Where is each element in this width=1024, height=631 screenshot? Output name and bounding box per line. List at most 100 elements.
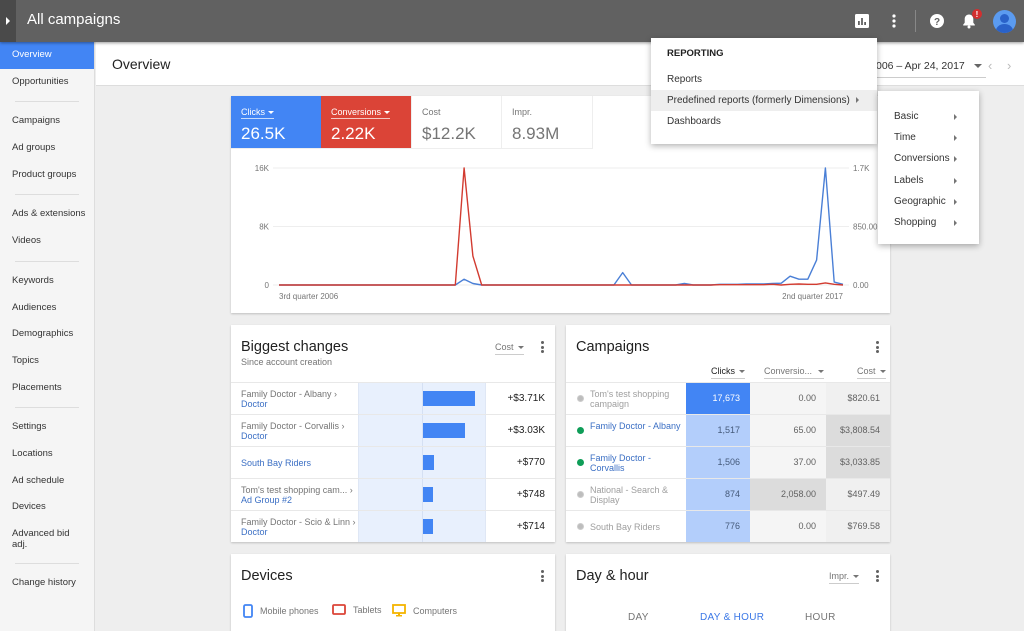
sidebar-item-devices[interactable]: Devices xyxy=(0,494,94,521)
top-bar: All campaigns ? ! xyxy=(0,0,1024,42)
metric-tile-impr[interactable]: Impr. 8.93M xyxy=(502,96,593,149)
account-avatar[interactable] xyxy=(993,10,1016,33)
sidebar-toggle-button[interactable] xyxy=(0,0,16,42)
change-entity-name[interactable]: Family Doctor - Corvallis › Doctor xyxy=(241,421,356,441)
column-label: Clicks xyxy=(711,366,735,376)
menu-item-predefined-reports[interactable]: Predefined reports (formerly Dimensions) xyxy=(651,90,877,111)
change-entity-name[interactable]: South Bay Riders xyxy=(241,458,356,468)
sidebar-item-overview[interactable]: Overview xyxy=(0,42,94,69)
card-title: Campaigns xyxy=(576,339,650,355)
more-vert-icon[interactable] xyxy=(537,569,547,583)
metric-tile-cost[interactable]: Cost $12.2K xyxy=(412,96,502,149)
sidebar-divider xyxy=(15,407,79,409)
more-vert-icon[interactable] xyxy=(537,340,547,354)
change-bar xyxy=(423,455,434,470)
campaign-name-link[interactable]: Tom's test shopping campaign xyxy=(590,389,685,409)
change-child-link[interactable]: Doctor xyxy=(241,527,356,537)
campaign-name-link[interactable]: Family Doctor - Corvallis xyxy=(590,453,685,473)
sidebar-item-ads-extensions[interactable]: Ads & extensions xyxy=(0,201,94,228)
campaign-conversions-cell: 37.00 xyxy=(750,447,826,478)
change-child-link[interactable]: Doctor xyxy=(241,399,356,409)
tab-hour[interactable]: HOUR xyxy=(805,612,836,623)
campaign-conversions-cell: 0.00 xyxy=(750,383,826,414)
submenu-item-basic[interactable]: Basic xyxy=(878,106,979,127)
reports-icon[interactable] xyxy=(852,11,872,31)
change-bar xyxy=(423,519,433,534)
column-header-conversions[interactable]: Conversio... xyxy=(764,366,825,379)
change-child-link[interactable]: Ad Group #2 xyxy=(241,495,356,505)
sidebar-item-change-history[interactable]: Change history xyxy=(0,570,94,597)
sidebar-item-advanced-bid-adj[interactable]: Advanced bid adj. xyxy=(0,521,80,557)
more-vert-icon[interactable] xyxy=(872,569,882,583)
menu-item-reports[interactable]: Reports xyxy=(651,69,877,90)
column-label: Cost xyxy=(857,366,876,376)
sidebar-item-ad-groups[interactable]: Ad groups xyxy=(0,135,94,162)
card-title: Devices xyxy=(241,568,293,584)
tab-day[interactable]: DAY xyxy=(628,612,649,623)
sidebar-item-ad-schedule[interactable]: Ad schedule xyxy=(0,468,94,495)
submenu-item-conversions[interactable]: Conversions xyxy=(878,148,979,169)
menu-item-dashboards[interactable]: Dashboards xyxy=(651,111,877,132)
submenu-item-labels[interactable]: Labels xyxy=(878,170,979,191)
date-range-label[interactable]: 006 – Apr 24, 2017 xyxy=(876,60,965,72)
column-header-clicks[interactable]: Clicks xyxy=(711,366,745,379)
biggest-changes-card: Biggest changes Since account creation C… xyxy=(231,325,555,542)
menu-item-label: Reports xyxy=(667,74,703,85)
status-dot-icon xyxy=(577,491,584,498)
metric-tile-conversions[interactable]: Conversions 2.22K xyxy=(321,96,412,149)
previous-period-icon[interactable]: ‹ xyxy=(988,58,992,73)
campaign-clicks-cell: 1,506 xyxy=(686,447,750,478)
change-entity-name[interactable]: Family Doctor - Albany › Doctor xyxy=(241,389,356,409)
help-icon[interactable]: ? xyxy=(927,11,947,31)
metric-dropdown[interactable]: Cost xyxy=(495,342,524,355)
campaign-name-link[interactable]: Family Doctor - Albany xyxy=(590,421,685,431)
sidebar-item-locations[interactable]: Locations xyxy=(0,441,94,468)
change-bar xyxy=(423,391,475,406)
metric-dropdown-label: Cost xyxy=(495,342,514,352)
campaign-name-link[interactable]: National - Search & Display xyxy=(590,485,685,505)
card-title: Biggest changes xyxy=(241,339,349,355)
metric-label-text: Clicks xyxy=(241,107,265,117)
change-value: +$3.03K xyxy=(507,425,545,436)
sidebar-item-campaigns[interactable]: Campaigns xyxy=(0,108,94,135)
more-vert-icon[interactable] xyxy=(872,340,882,354)
column-header-cost[interactable]: Cost xyxy=(857,366,886,379)
change-value: +$748 xyxy=(516,489,545,500)
submenu-item-time[interactable]: Time xyxy=(878,127,979,148)
change-bar-track xyxy=(358,447,486,478)
tab-day-and-hour[interactable]: DAY & HOUR xyxy=(700,612,764,623)
change-child-link[interactable]: Doctor xyxy=(241,431,356,441)
chevron-down-icon xyxy=(384,111,391,115)
chevron-down-icon xyxy=(517,346,524,350)
sidebar-item-videos[interactable]: Videos xyxy=(0,228,94,255)
change-parent-label: Family Doctor - Corvallis › xyxy=(241,421,345,431)
sidebar-item-opportunities[interactable]: Opportunities xyxy=(0,69,94,96)
submenu-item-shopping[interactable]: Shopping xyxy=(878,212,979,233)
menu-item-label: Predefined reports (formerly Dimensions) xyxy=(667,95,850,106)
change-entity-name[interactable]: Family Doctor - Scio & Linn › Doctor xyxy=(241,517,356,537)
change-value: +$770 xyxy=(516,457,545,468)
campaign-name-link[interactable]: South Bay Riders xyxy=(590,522,685,532)
metric-dropdown[interactable]: Impr. xyxy=(829,571,860,584)
card-title: Day & hour xyxy=(576,568,649,584)
next-period-icon[interactable]: › xyxy=(1007,58,1011,73)
submenu-item-label: Conversions xyxy=(894,153,950,165)
x-axis-start-label: 3rd quarter 2006 xyxy=(279,292,339,301)
sidebar-item-settings[interactable]: Settings xyxy=(0,414,94,441)
right-axis-tick: 0.00 xyxy=(853,281,869,290)
submenu-item-label: Basic xyxy=(894,111,919,122)
sidebar-item-audiences[interactable]: Audiences xyxy=(0,295,94,322)
change-row: Tom's test shopping cam... › Ad Group #2 +… xyxy=(231,478,555,510)
change-entity-name[interactable]: Tom's test shopping cam... › Ad Group #2 xyxy=(241,485,356,505)
sidebar-item-product-groups[interactable]: Product groups xyxy=(0,162,94,189)
metric-tile-clicks[interactable]: Clicks 26.5K xyxy=(231,96,322,149)
svg-text:?: ? xyxy=(934,17,940,28)
more-vert-icon[interactable] xyxy=(884,11,904,31)
submenu-item-label: Geographic xyxy=(894,195,946,207)
submenu-item-geographic[interactable]: Geographic xyxy=(878,191,979,212)
sidebar-item-topics[interactable]: Topics xyxy=(0,348,94,375)
date-range-dropdown-icon[interactable] xyxy=(974,64,982,68)
sidebar-item-demographics[interactable]: Demographics xyxy=(0,321,94,348)
sidebar-item-keywords[interactable]: Keywords xyxy=(0,268,94,295)
sidebar-item-placements[interactable]: Placements xyxy=(0,375,94,402)
